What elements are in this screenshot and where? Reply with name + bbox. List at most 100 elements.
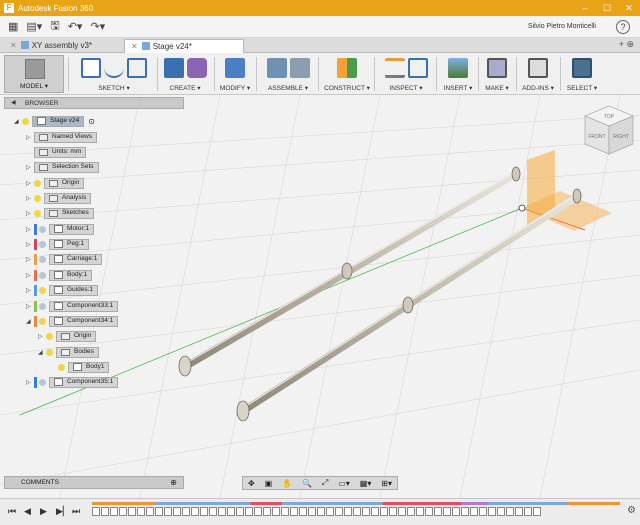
pan-icon[interactable]: ✋ [282, 479, 292, 488]
browser-item[interactable]: ▷ Component33:1 [26, 300, 119, 312]
grid-settings-icon[interactable]: ▦▾ [360, 479, 372, 488]
inspect-group[interactable]: INSPECT ▾ [378, 55, 434, 93]
visibility-bulb-icon[interactable] [39, 225, 46, 233]
browser-item[interactable]: ▷ Body:1 [26, 269, 93, 281]
add-ins-group[interactable]: ADD-INS ▾ [518, 55, 558, 93]
file-menu-icon[interactable]: ▤▾ [26, 20, 42, 33]
browser-item[interactable]: ▷ Selection Sets [26, 161, 99, 173]
workspace-switcher[interactable]: MODEL ▾ [4, 55, 64, 93]
browser-item[interactable]: ◢ Component34:1 [26, 315, 119, 327]
apps-grid-icon[interactable]: ▦ [8, 20, 18, 33]
visibility-bulb-icon[interactable] [58, 363, 65, 371]
form-icon[interactable] [186, 58, 207, 78]
display-settings-icon[interactable]: ▭▾ [338, 479, 350, 488]
browser-header[interactable]: ◀ BROWSER [4, 97, 184, 109]
create-group[interactable]: CREATE ▾ [160, 55, 210, 93]
orbit-icon[interactable]: ✥ [248, 479, 255, 488]
viewports-icon[interactable]: ⊞▾ [381, 479, 392, 488]
browser-item[interactable]: ▷ Component35:1 [26, 376, 119, 388]
expand-arrow-icon[interactable]: ◢ [14, 118, 22, 125]
browser-item[interactable]: ▷ Guides:1 [26, 284, 99, 296]
3d-print-icon[interactable] [487, 58, 507, 78]
rectangle-icon[interactable] [127, 58, 147, 78]
go-to-start-icon[interactable]: ⏮ [8, 506, 16, 517]
construct-group[interactable]: CONSTRUCT ▾ [322, 55, 372, 93]
view-cube[interactable]: TOP FRONT RIGHT [583, 104, 635, 156]
visibility-bulb-icon[interactable] [39, 378, 46, 386]
tab-xy-assembly[interactable]: ✕ XY assembly v3* [4, 39, 98, 53]
visibility-bulb-icon[interactable] [22, 117, 29, 125]
browser-item[interactable]: ◢ Bodies [38, 346, 99, 358]
close-tab-icon[interactable]: ✕ [131, 42, 138, 51]
browser-item[interactable]: ▷ Peg:1 [26, 238, 89, 250]
assemble-group[interactable]: ASSEMBLE ▾ [260, 55, 316, 93]
zoom-icon[interactable]: 🔍 [302, 479, 312, 488]
insert-image-icon[interactable] [448, 58, 468, 78]
visibility-bulb-icon[interactable] [34, 209, 41, 217]
browser-item[interactable]: ▷ Motor:1 [26, 223, 95, 235]
visibility-bulb-icon[interactable] [39, 271, 46, 279]
section-analysis-icon[interactable] [407, 58, 428, 78]
extrude-icon[interactable] [163, 58, 184, 78]
browser-item[interactable]: ▷ Analysis [26, 192, 92, 204]
measure-icon[interactable] [384, 58, 405, 78]
insert-group[interactable]: INSERT ▾ [440, 55, 476, 93]
visibility-bulb-icon[interactable] [39, 255, 46, 263]
visibility-bulb-icon[interactable] [39, 240, 46, 248]
press-pull-icon[interactable] [225, 58, 245, 78]
visibility-bulb-icon[interactable] [46, 332, 53, 340]
item-label: Peg:1 [67, 240, 84, 247]
browser-item[interactable]: ▷ Carriage:1 [26, 253, 103, 265]
go-to-end-icon[interactable]: ⏭ [72, 506, 80, 517]
scripts-icon[interactable] [528, 58, 548, 78]
browser-item[interactable]: Units: mm [34, 146, 87, 158]
origin-point[interactable] [518, 204, 526, 212]
minimize-button[interactable]: – [574, 0, 596, 16]
make-group[interactable]: MAKE ▾ [480, 55, 514, 93]
timeline-features[interactable] [92, 507, 620, 521]
save-icon[interactable]: 🖫 [50, 17, 59, 36]
visibility-bulb-icon[interactable] [34, 179, 41, 187]
browser-item[interactable]: ▷ Origin [26, 177, 85, 189]
maximize-button[interactable]: ☐ [596, 0, 618, 16]
browser-item[interactable]: ▷ Sketches [26, 207, 94, 219]
new-tab-icon[interactable]: + ⊕ [619, 39, 634, 50]
visibility-bulb-icon[interactable] [39, 286, 46, 294]
look-at-icon[interactable]: ▣ [265, 479, 273, 488]
browser-item[interactable]: ▷ Origin [38, 330, 97, 342]
activate-radio-icon[interactable]: ⊙ [88, 117, 95, 126]
offset-plane-icon[interactable] [337, 58, 357, 78]
fit-icon[interactable]: ⤢ [322, 478, 328, 488]
browser-root[interactable]: ◢ Stage v24 ⊙ [14, 115, 95, 127]
visibility-bulb-icon[interactable] [39, 317, 46, 325]
tab-stage[interactable]: ✕ Stage v24* [124, 39, 244, 53]
undo-icon[interactable]: ↶▾ [68, 20, 83, 33]
select-arrow-icon[interactable] [572, 58, 592, 78]
sketch-group[interactable]: SKETCH ▾ [72, 55, 156, 93]
item-label: Component34:1 [67, 317, 114, 324]
help-icon[interactable]: ? [616, 19, 630, 34]
browser-item[interactable]: Body1 [58, 361, 110, 373]
timeline-settings-gear-icon[interactable]: ⚙ [627, 505, 636, 516]
user-name[interactable]: Silvio Pietro Monticelli [528, 23, 596, 30]
new-component-icon[interactable] [266, 58, 287, 78]
play-icon[interactable]: ▶ [40, 506, 47, 517]
close-button[interactable]: ✕ [618, 0, 640, 16]
visibility-bulb-icon[interactable] [34, 194, 41, 202]
browser-item[interactable]: ▷ Named Views [26, 131, 97, 143]
item-label: Bodies [74, 348, 94, 355]
comments-panel[interactable]: COMMENTS ⊕ [4, 476, 184, 489]
line-icon[interactable] [104, 58, 124, 78]
close-tab-icon[interactable]: ✕ [10, 41, 17, 50]
create-sketch-icon[interactable] [81, 58, 101, 78]
modify-group[interactable]: MODIFY ▾ [218, 55, 252, 93]
joint-icon[interactable] [289, 58, 310, 78]
redo-icon[interactable]: ↷▾ [90, 20, 105, 33]
add-comment-icon[interactable]: ⊕ [170, 477, 177, 489]
collapse-icon[interactable]: ◀ [11, 98, 16, 109]
visibility-bulb-icon[interactable] [39, 302, 46, 310]
step-back-icon[interactable]: ◀ [24, 506, 31, 517]
select-group[interactable]: SELECT ▾ [564, 55, 600, 93]
visibility-bulb-icon[interactable] [46, 348, 53, 356]
step-forward-icon[interactable]: ▶▏ [56, 506, 70, 517]
